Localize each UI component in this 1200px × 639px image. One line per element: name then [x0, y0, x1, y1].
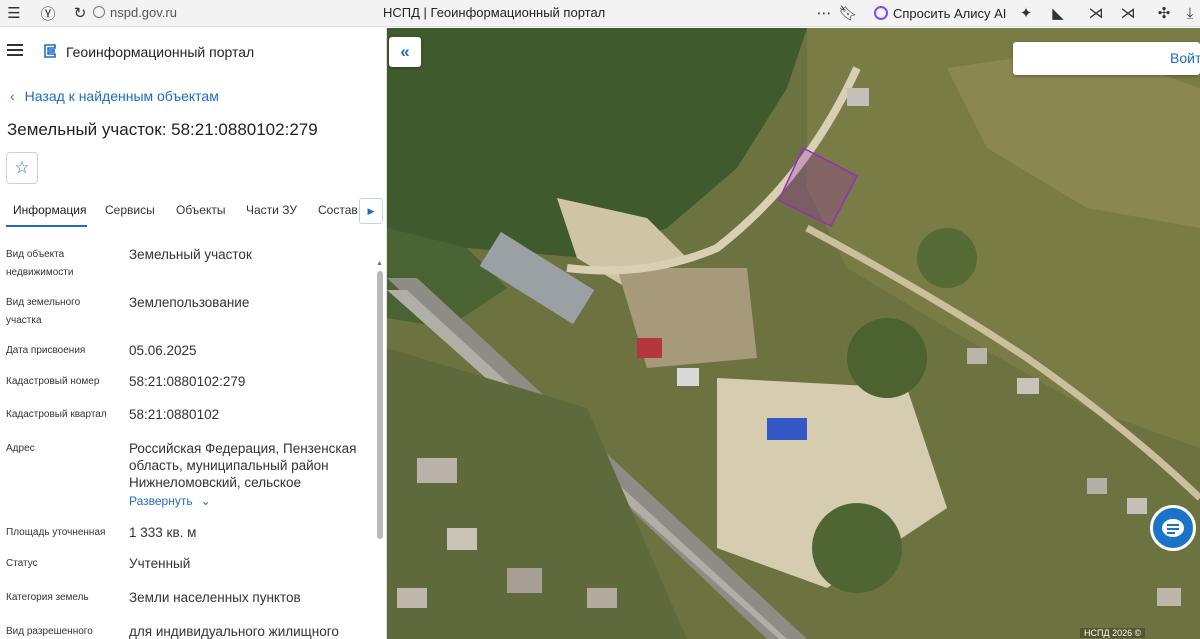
collapse-panel-button[interactable]: « [389, 37, 421, 67]
chevron-down-icon: ⌄ [200, 494, 211, 508]
info-list: Вид объекта недвижимости Земельный участ… [0, 238, 375, 639]
double-chevron-left-icon: « [400, 42, 410, 61]
download-icon[interactable]: ⤓ [1180, 3, 1200, 23]
favorite-button[interactable]: ☆ [6, 152, 38, 184]
map-copyright: НСПД 2026 © [1080, 628, 1146, 638]
info-label: Категория земель [6, 592, 89, 603]
puzzle-icon[interactable]: ✣ [1154, 3, 1174, 23]
menu-icon[interactable]: ☰ [4, 3, 24, 23]
info-label: Вид объекта недвижимости [6, 249, 74, 278]
object-panel: Геоинформационный портал ‹ Назад к найде… [0, 28, 387, 639]
info-label: Статус [6, 558, 38, 569]
alisa-label: Спросить Алису AI [893, 5, 1007, 21]
info-value: Учтенный [129, 556, 191, 571]
ask-alisa-button[interactable]: Спросить Алису AI [868, 2, 1012, 24]
portal-name: Геоинформационный портал [66, 44, 255, 60]
tab-title: НСПД | Геоинформационный портал [383, 5, 606, 20]
login-button[interactable]: Войт [1170, 50, 1200, 66]
info-label: Вид земельного участка [6, 297, 81, 326]
expand-label: Развернуть [129, 494, 193, 508]
info-value: 58:21:0880102 [129, 407, 220, 422]
extension-icon[interactable]: ◣ [1048, 3, 1068, 23]
chat-icon [1162, 519, 1184, 537]
info-value: Земельный участок [129, 247, 252, 262]
info-label: Дата присвоения [6, 345, 86, 356]
active-tab-indicator [6, 225, 87, 227]
tab-composition[interactable]: Состав [318, 203, 358, 217]
tab-bar: Информация Сервисы Объекты Части ЗУ Сост… [0, 196, 386, 228]
extension-icon[interactable]: ✦ [1016, 3, 1036, 23]
info-label: Кадастровый квартал [6, 409, 107, 420]
address-bar[interactable]: nspd.gov.ru [110, 5, 177, 20]
info-value: Земли населенных пунктов [129, 590, 301, 605]
back-label: Назад к найденным объектам [24, 88, 219, 104]
extension-icon[interactable]: ⋊ [1086, 3, 1106, 23]
page-title: Земельный участок: 58:21:0880102:279 [7, 120, 318, 139]
info-value: 1 333 кв. м [129, 525, 197, 540]
info-value: 05.06.2025 [129, 343, 197, 358]
portal-logo-icon [44, 44, 56, 58]
map-imagery [387, 28, 1200, 639]
alisa-icon [874, 6, 888, 20]
info-label: Вид разрешенного [6, 626, 93, 637]
scroll-up-arrow[interactable]: ▲ [376, 260, 383, 267]
info-label: Площадь уточненная [6, 527, 106, 538]
info-value: для индивидуального жилищного [129, 624, 339, 639]
site-info-icon[interactable] [93, 6, 105, 18]
hamburger-menu-icon[interactable] [7, 44, 23, 56]
tab-services[interactable]: Сервисы [105, 203, 155, 217]
info-label: Адрес [6, 443, 35, 454]
chevron-left-icon: ‹ [10, 88, 15, 104]
chat-button[interactable] [1150, 505, 1196, 551]
tab-land-parts[interactable]: Части ЗУ [246, 203, 297, 217]
info-label: Кадастровый номер [6, 376, 100, 387]
extension-icon[interactable]: ⋊ [1118, 3, 1138, 23]
back-to-results-link[interactable]: ‹ Назад к найденным объектам [10, 88, 219, 104]
tabs-scroll-right-button[interactable]: ▶ [359, 198, 383, 224]
expand-address-link[interactable]: Развернуть ⌄ [129, 494, 211, 508]
tab-objects[interactable]: Объекты [176, 203, 226, 217]
bookmark-icon[interactable]: 🔖︎ [838, 3, 858, 23]
more-icon[interactable]: ⋯ [814, 3, 834, 23]
satellite-map[interactable] [387, 28, 1200, 639]
yandex-icon[interactable]: Ⓨ [38, 3, 58, 23]
chevron-right-icon: ▶ [367, 205, 375, 216]
browser-toolbar: ☰ Ⓨ ↻ nspd.gov.ru НСПД | Геоинформационн… [0, 0, 1200, 27]
info-value: Российская Федерация, Пензенская область… [129, 441, 357, 490]
panel-scrollbar[interactable] [377, 271, 383, 539]
tab-info[interactable]: Информация [13, 203, 86, 217]
reload-icon[interactable]: ↻ [70, 3, 90, 23]
star-icon: ☆ [14, 158, 30, 177]
info-value: 58:21:0880102:279 [129, 374, 246, 389]
info-value: Землепользование [129, 295, 250, 310]
